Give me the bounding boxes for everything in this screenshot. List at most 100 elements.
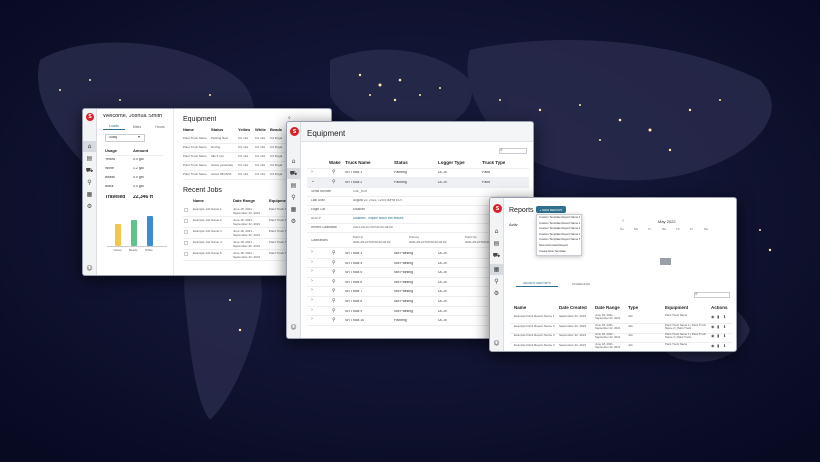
home-icon[interactable]: ⌂ xyxy=(287,156,300,167)
delete-icon[interactable]: ▮ xyxy=(717,324,719,329)
home-icon[interactable]: ⌂ xyxy=(83,141,96,152)
truck-name: SR Truck 9 xyxy=(345,309,363,313)
download-icon[interactable]: ⬇ xyxy=(723,343,726,348)
row-checkbox[interactable] xyxy=(184,252,188,256)
menu-item[interactable]: Custom Template Report Name 2 xyxy=(539,222,580,225)
chevron-right-icon[interactable]: › xyxy=(311,298,313,303)
table-row-expanded[interactable] xyxy=(307,178,529,188)
map-pin-icon[interactable]: ⚲ xyxy=(287,192,300,203)
table-cell: 0.0 mils xyxy=(238,137,249,140)
user-icon[interactable]: ☺ xyxy=(83,263,96,274)
chevron-right-icon[interactable]: › xyxy=(311,317,313,322)
menu-item[interactable]: New Automated Report xyxy=(539,244,568,247)
view-icon[interactable]: ◉ xyxy=(711,334,715,338)
settings-icon[interactable]: ⚙ xyxy=(287,216,300,227)
jobs-icon[interactable]: ▤ xyxy=(287,180,300,191)
table-cell: Active yesterday xyxy=(211,164,234,167)
chevron-down-icon: ▾ xyxy=(138,134,141,139)
settings-icon[interactable]: ⚙ xyxy=(490,288,503,299)
row-checkbox[interactable] xyxy=(184,219,188,223)
menu-item[interactable]: Custom Template Report Name 5 xyxy=(539,238,580,241)
logo: S xyxy=(290,127,299,136)
new-report-button[interactable]: + NEW REPORT xyxy=(536,206,566,213)
delete-icon[interactable]: ▮ xyxy=(717,343,719,348)
user-icon[interactable]: ☺ xyxy=(490,338,503,349)
download-icon[interactable]: ⬇ xyxy=(723,334,726,338)
chevron-right-icon[interactable]: › xyxy=(311,269,313,274)
delete-icon[interactable]: ▮ xyxy=(717,315,719,319)
row-checkbox[interactable] xyxy=(184,230,188,234)
menu-item[interactable]: Custom Template Report Name 1 xyxy=(539,216,580,219)
detail-label: Calibrations xyxy=(311,239,328,242)
map-pin-icon: ⚲ xyxy=(332,250,336,256)
usage-value: 0.0 gal xyxy=(133,176,144,179)
table-cell: 0.0 mils xyxy=(238,173,249,176)
chevron-right-icon[interactable]: › xyxy=(311,307,313,313)
detail-value: August 22, 2022, 12:00:00PM EDT xyxy=(353,199,403,202)
tab-miles[interactable]: Miles xyxy=(126,123,148,130)
search-input[interactable] xyxy=(499,148,527,154)
chevron-down-icon[interactable]: ⌄ xyxy=(311,179,315,184)
menu-item[interactable]: Custom Template Report Name 4 xyxy=(539,233,580,236)
calendar-day-selected[interactable] xyxy=(660,258,671,265)
map-pin-icon[interactable]: ⚲ xyxy=(83,177,96,188)
jobs-icon[interactable]: ▤ xyxy=(490,238,503,249)
tab-recent-reports[interactable]: RECENT REPORTS xyxy=(516,280,558,287)
chevron-right-icon[interactable]: › xyxy=(311,170,313,175)
chevron-right-icon[interactable]: › xyxy=(311,259,313,265)
chevron-left-icon[interactable]: ‹ xyxy=(622,219,624,224)
detail-value[interactable]: Disabled - Inquire about this feature xyxy=(353,217,404,220)
row-checkbox[interactable] xyxy=(184,241,188,245)
settings-icon[interactable]: ⚙ xyxy=(83,201,96,212)
truck-icon[interactable]: ⛟ xyxy=(287,168,300,179)
truck-type: Paint xyxy=(482,171,490,174)
reports-icon[interactable]: ▦ xyxy=(490,264,503,275)
menu-item[interactable]: Custom Template Report Name 3 xyxy=(539,227,580,230)
view-icon[interactable]: ◉ xyxy=(711,324,715,329)
report-date-created: September 22, 2021 xyxy=(559,324,587,328)
delete-icon[interactable]: ▮ xyxy=(717,334,719,338)
divider xyxy=(173,109,174,275)
download-icon[interactable]: ⬇ xyxy=(723,324,726,329)
bar-yellow xyxy=(115,224,121,246)
usage-value: 0.0 gal xyxy=(133,185,144,188)
chevron-right-icon[interactable]: › xyxy=(311,288,313,293)
legend-item: Beads xyxy=(129,249,138,252)
table-row[interactable] xyxy=(510,352,732,353)
tab-hours[interactable]: Hours xyxy=(149,123,171,130)
truck-icon[interactable]: ⛟ xyxy=(83,165,96,176)
search-input[interactable] xyxy=(694,292,730,298)
tab-loads[interactable]: Loads xyxy=(103,123,125,130)
col-name: Name xyxy=(183,128,194,132)
row-checkbox[interactable] xyxy=(184,208,188,212)
map-pin-icon[interactable]: ⚲ xyxy=(490,276,503,287)
reports-icon[interactable]: ▦ xyxy=(83,189,96,200)
weekday-label: Su xyxy=(620,228,624,231)
table-row[interactable] xyxy=(307,168,529,178)
map-pin-icon: ⚲ xyxy=(332,278,336,285)
download-icon[interactable]: ⬇ xyxy=(723,315,726,319)
report-name: Example Paint Report Name 2 xyxy=(514,324,555,328)
col-name: Name xyxy=(514,306,527,310)
truck-name: SR Truck 4 xyxy=(345,261,363,265)
view-icon[interactable]: ◉ xyxy=(711,315,715,319)
report-name: Example Paint Report Name 3 xyxy=(514,334,555,337)
job-name: Example Job Name 3 xyxy=(193,230,222,233)
home-icon[interactable]: ⌂ xyxy=(490,226,503,237)
chevron-right-icon[interactable]: › xyxy=(311,278,313,284)
report-date-created: September 22, 2021 xyxy=(559,343,587,347)
table-cell: Idle 5 min xyxy=(211,155,225,158)
view-icon[interactable]: ◉ xyxy=(711,343,715,348)
page-title: Reports xyxy=(509,207,534,214)
tab-scheduled[interactable]: SCHEDULED xyxy=(560,280,602,287)
col-truck-type: Truck Type xyxy=(482,161,506,165)
logger-type: DL-III xyxy=(438,319,447,323)
logger-type: DL-III xyxy=(438,181,447,184)
menu-item[interactable]: Create New Template xyxy=(539,250,566,253)
bar-white xyxy=(147,216,153,246)
chevron-right-icon[interactable]: › xyxy=(311,250,313,255)
user-icon[interactable]: ☺ xyxy=(287,322,300,333)
jobs-icon[interactable]: ▤ xyxy=(83,153,96,164)
truck-icon[interactable]: ⛟ xyxy=(490,250,503,261)
reports-icon[interactable]: ▦ xyxy=(287,204,300,215)
